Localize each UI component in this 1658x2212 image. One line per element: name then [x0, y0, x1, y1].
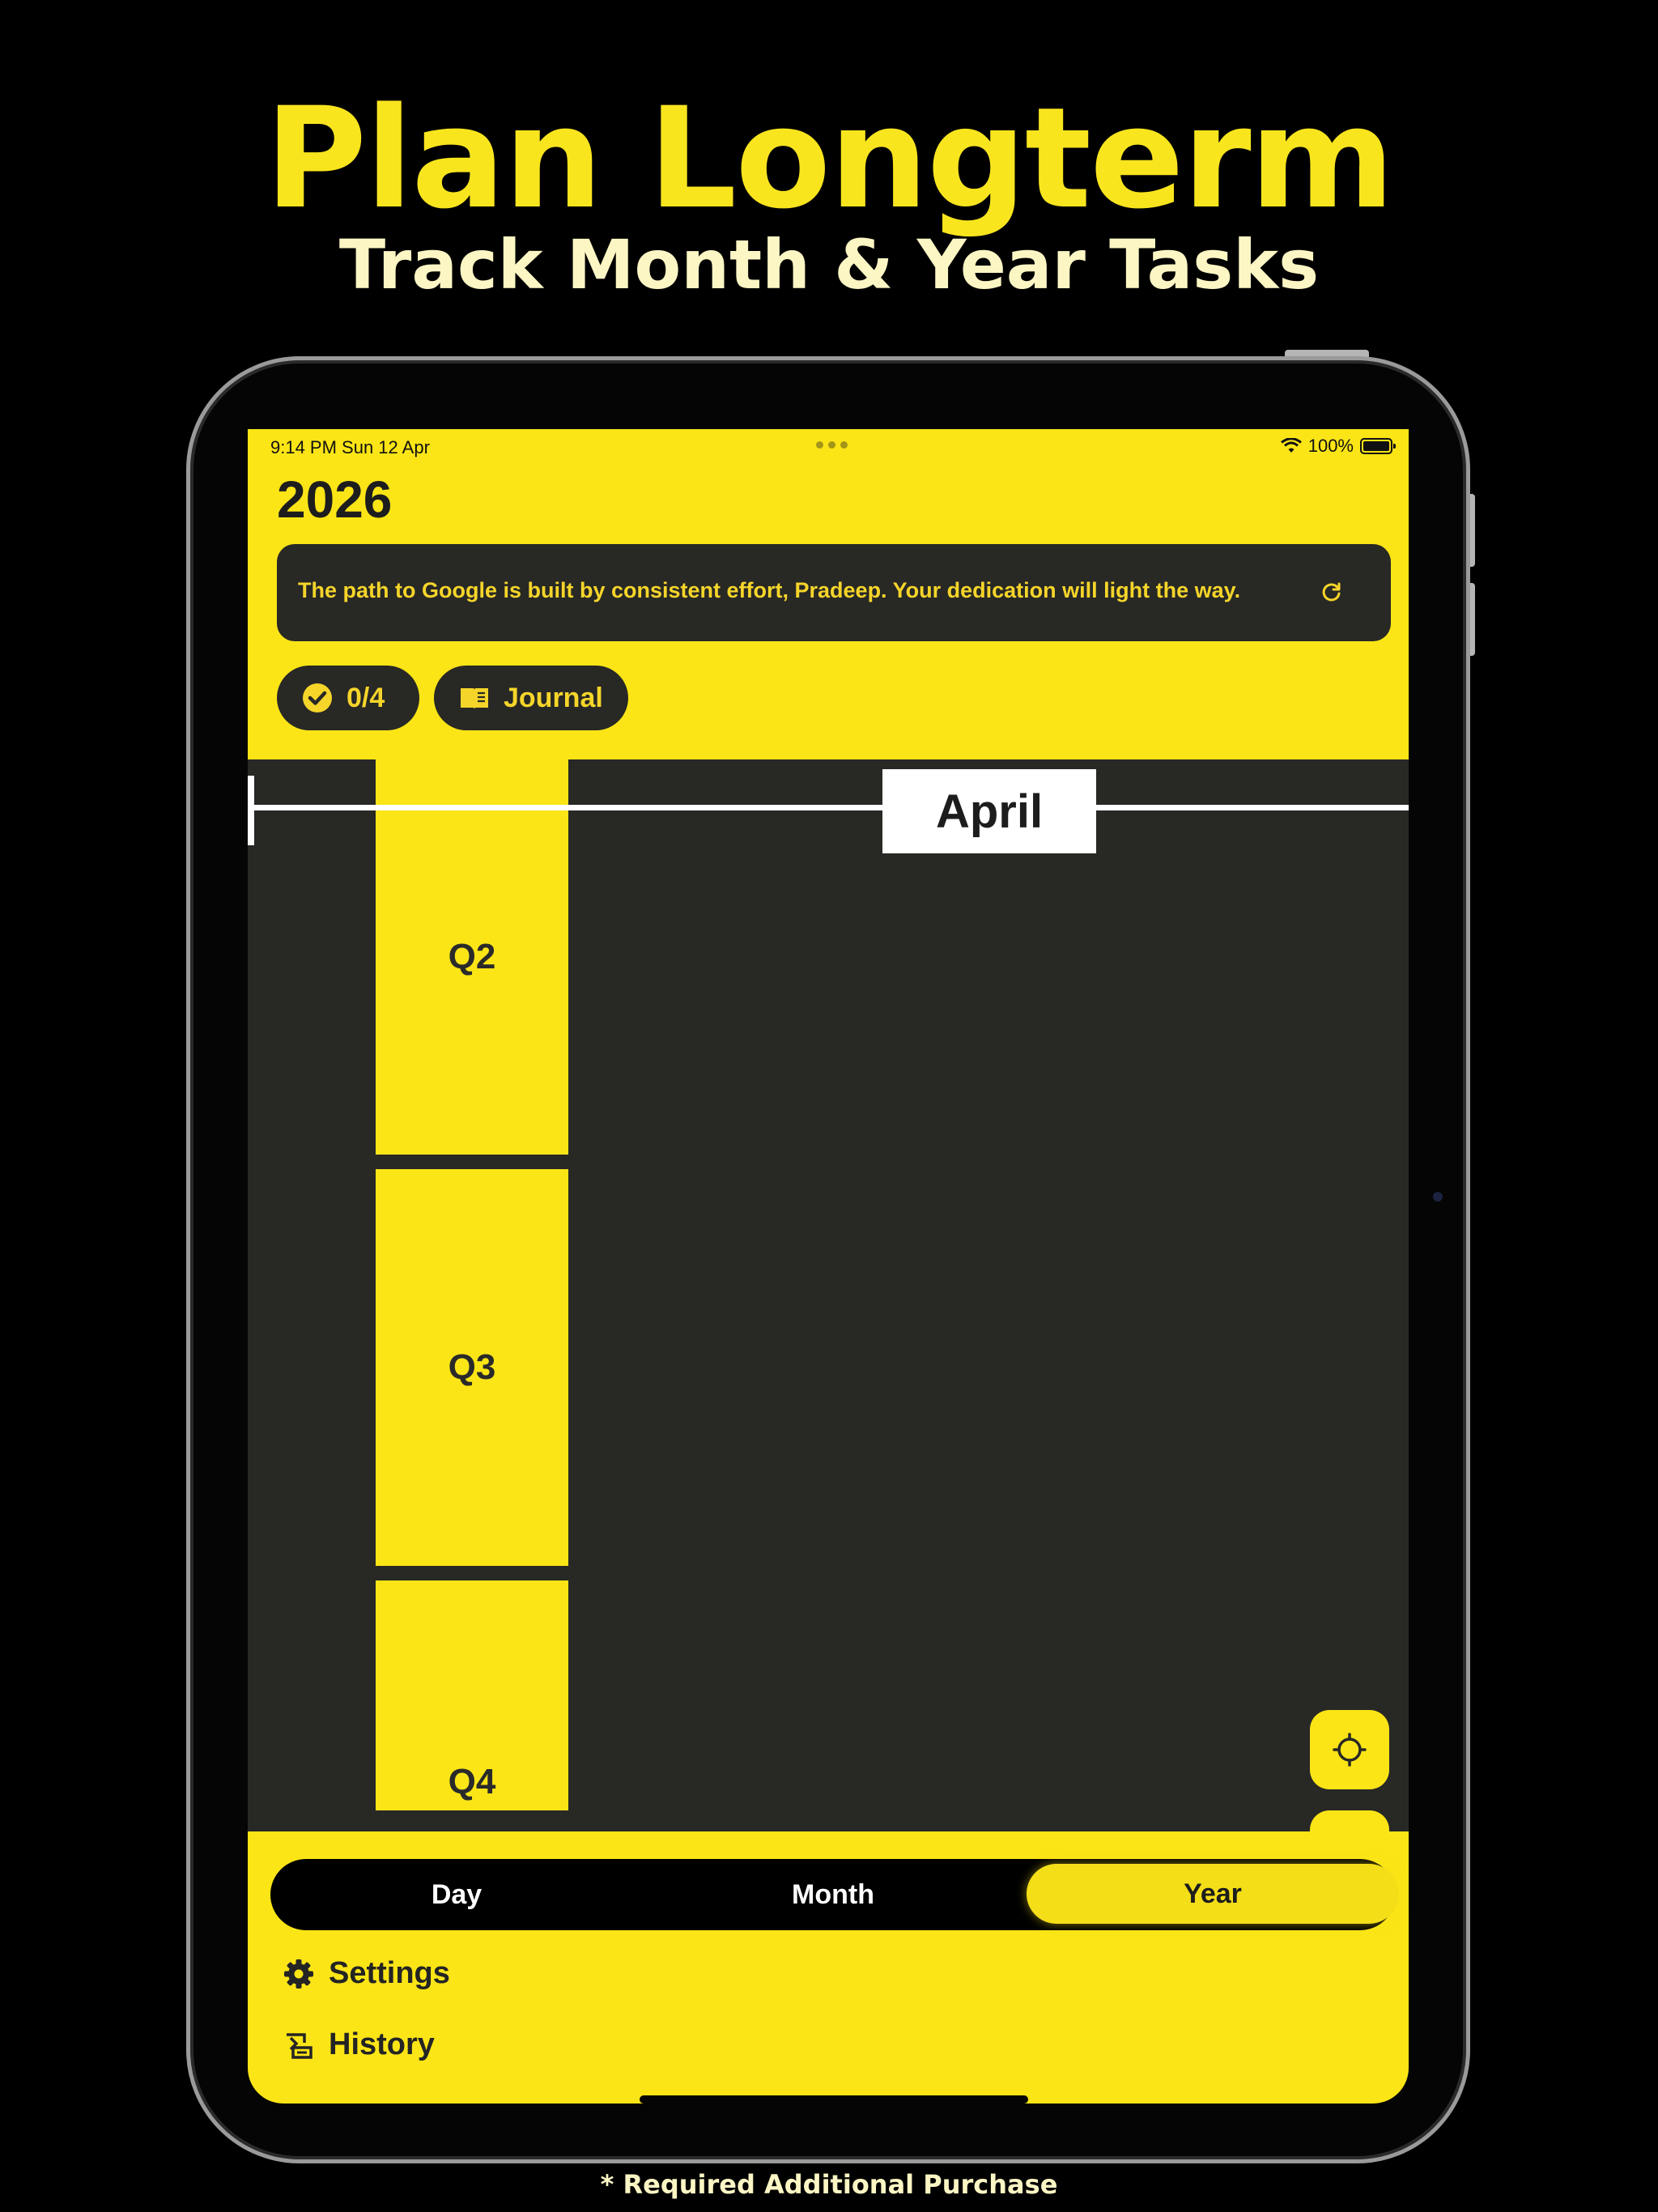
journal-button[interactable]: Journal [434, 666, 628, 730]
quarter-label: Q3 [448, 1347, 496, 1387]
task-progress-button[interactable]: 0/4 [277, 666, 419, 730]
current-time-line [248, 805, 1409, 810]
current-month-label: April [882, 769, 1096, 853]
settings-menu-item[interactable]: Settings [283, 1956, 450, 1991]
marketing-subheadline: Track Month & Year Tasks [338, 225, 1320, 304]
tab-month-label: Month [792, 1878, 874, 1910]
motivation-quote-card: The path to Google is built by consisten… [277, 544, 1391, 641]
page-title: 2026 [277, 470, 393, 529]
history-icon [287, 2032, 312, 2059]
current-time-marker [248, 776, 254, 845]
camera-dot [1433, 1192, 1443, 1202]
wifi-icon [1280, 438, 1302, 453]
home-indicator[interactable] [640, 2095, 1028, 2104]
quarter-q4-block[interactable]: Q4 [376, 1580, 568, 1810]
status-right: 100% [1280, 436, 1396, 457]
tab-month[interactable]: Month [647, 1859, 1019, 1930]
tab-year[interactable]: Year [1027, 1864, 1399, 1924]
recenter-button[interactable] [1310, 1710, 1389, 1789]
tab-year-label: Year [1184, 1878, 1242, 1909]
quarter-q2-block[interactable]: Q2 [376, 759, 568, 1155]
history-menu-item[interactable]: History [283, 2027, 435, 2062]
battery-percent: 100% [1307, 436, 1354, 456]
check-circle-icon [303, 683, 332, 713]
quote-text: The path to Google is built by consisten… [298, 578, 1241, 602]
refresh-icon[interactable] [1320, 580, 1344, 604]
battery-icon [1360, 438, 1396, 454]
menu-button[interactable] [1310, 1810, 1389, 1831]
status-time-date: 9:14 PM Sun 12 Apr [270, 437, 430, 457]
settings-label: Settings [329, 1956, 450, 1990]
multitask-dots-icon[interactable] [816, 441, 848, 449]
book-icon [461, 688, 488, 709]
history-label: History [329, 2027, 435, 2061]
app-screen: 9:14 PM Sun 12 Apr 100% 2026 The path to… [248, 429, 1409, 2104]
crosshair-icon [1333, 1733, 1367, 1767]
task-progress-label: 0/4 [346, 682, 385, 713]
quarter-label: Q2 [448, 937, 496, 976]
quarter-label: Q4 [448, 1762, 496, 1802]
gear-icon [284, 1959, 313, 1989]
status-bar: 9:14 PM Sun 12 Apr 100% [248, 429, 1409, 466]
tab-day[interactable]: Day [270, 1859, 643, 1930]
journal-label: Journal [504, 682, 603, 713]
year-timeline[interactable]: Q2 Q3 Q4 April [248, 759, 1409, 1831]
purchase-footnote: * Required Additional Purchase [600, 2169, 1058, 2200]
view-switcher: Day Month Year [270, 1859, 1399, 1930]
marketing-headline: Plan Longterm [265, 77, 1395, 240]
quarter-q3-block[interactable]: Q3 [376, 1169, 568, 1566]
tab-day-label: Day [431, 1878, 483, 1910]
